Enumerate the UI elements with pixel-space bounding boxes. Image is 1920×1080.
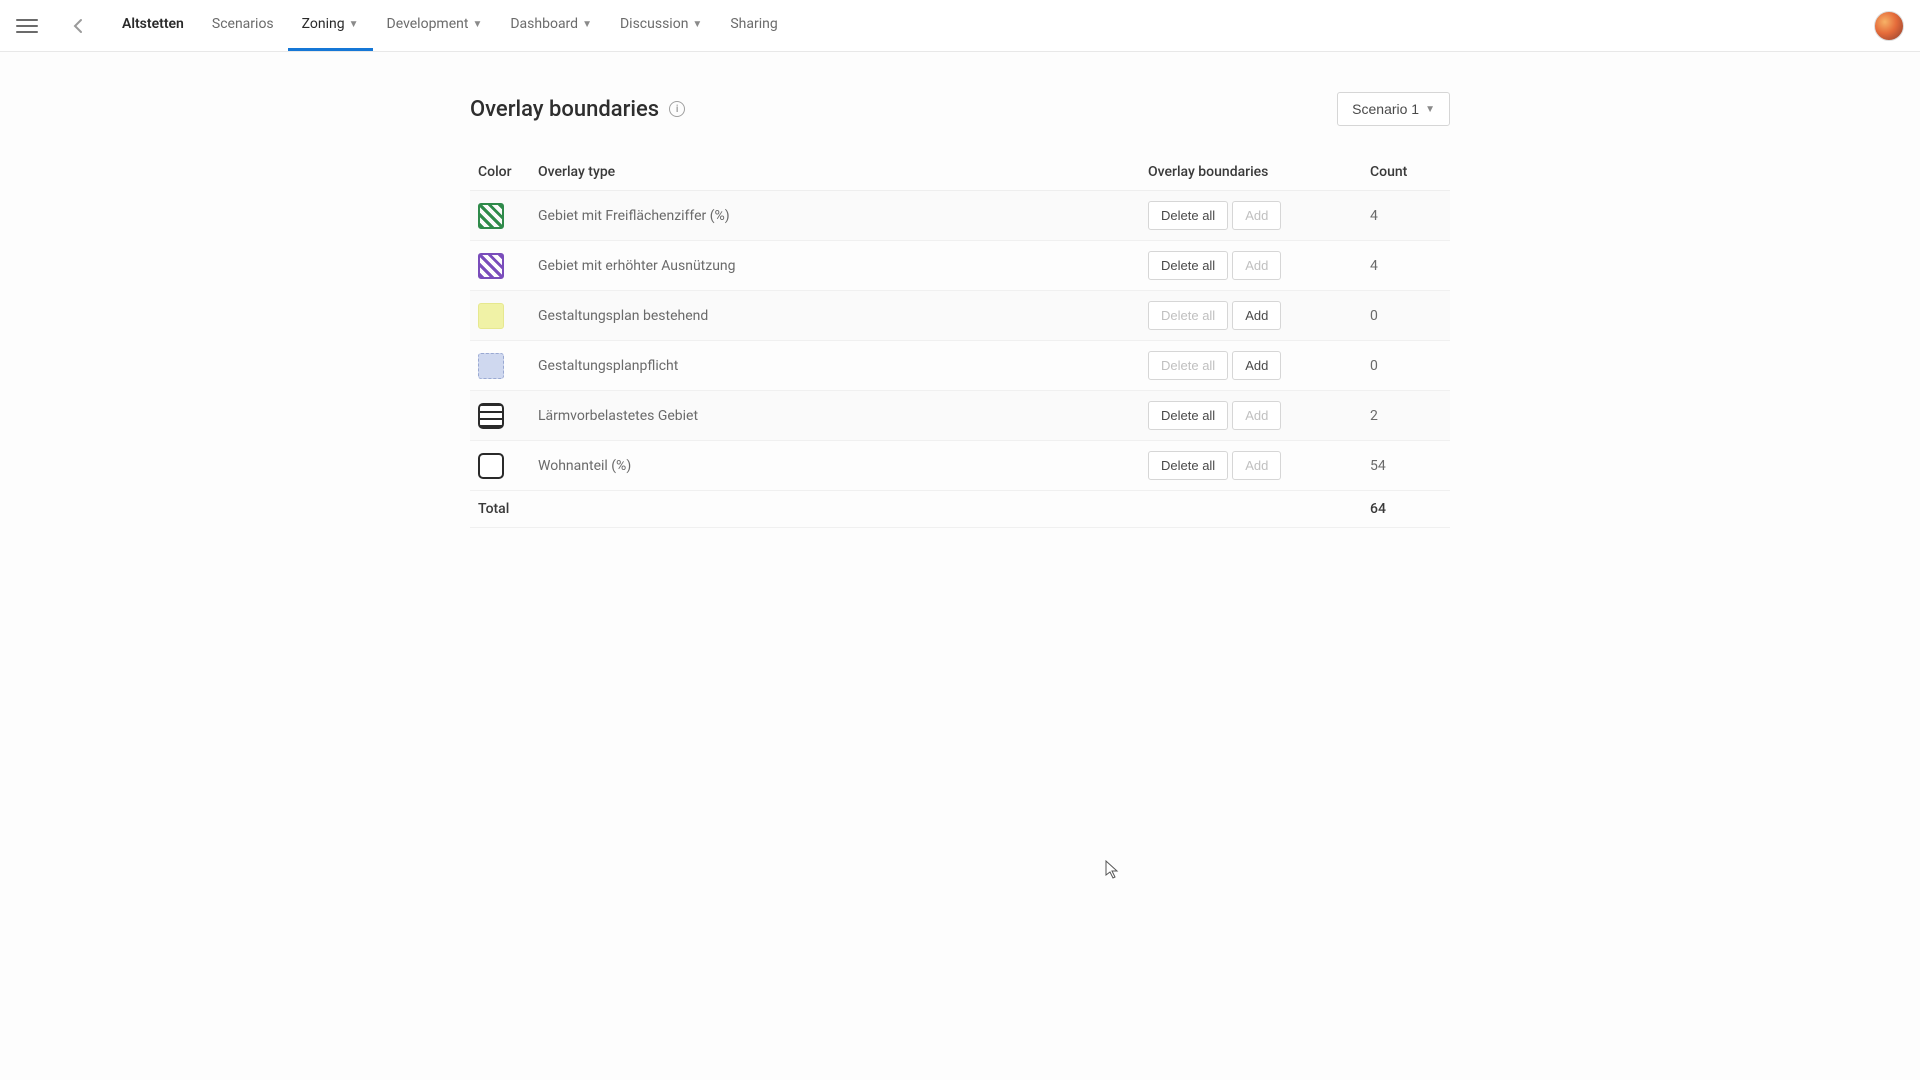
nav-item-zoning[interactable]: Zoning ▼ — [288, 0, 373, 51]
color-swatch — [478, 453, 504, 479]
hamburger-menu-icon[interactable] — [16, 15, 38, 37]
delete-all-button[interactable]: Delete all — [1148, 401, 1228, 430]
table-row: Gestaltungsplanpflicht Delete allAdd 0 — [470, 341, 1450, 391]
table-row: Gebiet mit erhöhter Ausnützung Delete all… — [470, 241, 1450, 291]
main-nav: Altstetten ScenariosZoning▼Development▼D… — [108, 0, 792, 51]
nav-item-sharing[interactable]: Sharing — [716, 0, 791, 51]
nav-item-label: Sharing — [730, 16, 777, 32]
overlay-type-label: Gestaltungsplanpflicht — [530, 341, 1140, 391]
add-button: Add — [1232, 201, 1281, 230]
topbar: Altstetten ScenariosZoning▼Development▼D… — [0, 0, 1920, 52]
nav-item-dashboard[interactable]: Dashboard ▼ — [496, 0, 606, 51]
count-value: 0 — [1340, 291, 1450, 341]
col-type: Overlay type — [530, 154, 1140, 191]
overlay-type-label: Gebiet mit Freiflächenziffer (%) — [530, 191, 1140, 241]
nav-item-label: Development — [387, 16, 469, 32]
add-button: Add — [1232, 251, 1281, 280]
nav-item-discussion[interactable]: Discussion ▼ — [606, 0, 716, 51]
table-row: Gebiet mit Freiflächenziffer (%) Delete a… — [470, 191, 1450, 241]
nav-item-development[interactable]: Development▼ — [373, 0, 497, 51]
nav-item-label: Scenarios — [212, 16, 274, 32]
col-count: Count — [1340, 154, 1450, 191]
nav-item-label: Dashboard — [510, 16, 578, 32]
delete-all-button[interactable]: Delete all — [1148, 451, 1228, 480]
nav-item-label: Discussion — [620, 16, 688, 32]
back-button[interactable] — [66, 14, 90, 38]
count-value: 54 — [1340, 441, 1450, 491]
delete-all-button: Delete all — [1148, 301, 1228, 330]
chevron-down-icon: ▼ — [472, 19, 482, 30]
col-boundaries: Overlay boundaries — [1140, 154, 1340, 191]
color-swatch — [478, 353, 504, 379]
color-swatch — [478, 253, 504, 279]
count-value: 0 — [1340, 341, 1450, 391]
delete-all-button: Delete all — [1148, 351, 1228, 380]
table-row: Gestaltungsplan bestehend Delete allAdd 0 — [470, 291, 1450, 341]
color-swatch — [478, 403, 504, 429]
table-row: Lärmvorbelastetes Gebiet Delete allAdd 2 — [470, 391, 1450, 441]
nav-item-scenarios[interactable]: Scenarios — [198, 0, 288, 51]
chevron-down-icon: ▼ — [582, 19, 592, 30]
color-swatch — [478, 303, 504, 329]
count-value: 4 — [1340, 191, 1450, 241]
table-row: Wohnanteil (%) Delete allAdd 54 — [470, 441, 1450, 491]
page-title: Overlay boundaries — [470, 97, 659, 122]
count-value: 2 — [1340, 391, 1450, 441]
color-swatch — [478, 203, 504, 229]
mouse-cursor-icon — [1105, 860, 1119, 880]
add-button: Add — [1232, 451, 1281, 480]
overlay-type-label: Lärmvorbelastetes Gebiet — [530, 391, 1140, 441]
total-label: Total — [470, 491, 1340, 528]
info-icon[interactable]: i — [669, 101, 685, 117]
nav-item-label: Zoning — [302, 16, 345, 32]
add-button[interactable]: Add — [1232, 301, 1281, 330]
scenario-label: Scenario 1 — [1352, 101, 1419, 117]
add-button: Add — [1232, 401, 1281, 430]
overlay-table: Color Overlay type Overlay boundaries Co… — [470, 154, 1450, 528]
page-content: Overlay boundaries i Scenario 1 ▼ Color … — [450, 92, 1470, 528]
user-avatar[interactable] — [1874, 11, 1904, 41]
chevron-down-icon: ▼ — [1425, 104, 1435, 115]
project-name[interactable]: Altstetten — [108, 0, 198, 51]
delete-all-button[interactable]: Delete all — [1148, 251, 1228, 280]
add-button[interactable]: Add — [1232, 351, 1281, 380]
count-value: 4 — [1340, 241, 1450, 291]
col-color: Color — [470, 154, 530, 191]
scenario-selector[interactable]: Scenario 1 ▼ — [1337, 92, 1450, 126]
chevron-down-icon: ▼ — [692, 19, 702, 30]
total-count: 64 — [1340, 491, 1450, 528]
overlay-type-label: Wohnanteil (%) — [530, 441, 1140, 491]
chevron-down-icon: ▼ — [349, 19, 359, 30]
delete-all-button[interactable]: Delete all — [1148, 201, 1228, 230]
overlay-type-label: Gebiet mit erhöhter Ausnützung — [530, 241, 1140, 291]
overlay-type-label: Gestaltungsplan bestehend — [530, 291, 1140, 341]
total-row: Total64 — [470, 491, 1450, 528]
